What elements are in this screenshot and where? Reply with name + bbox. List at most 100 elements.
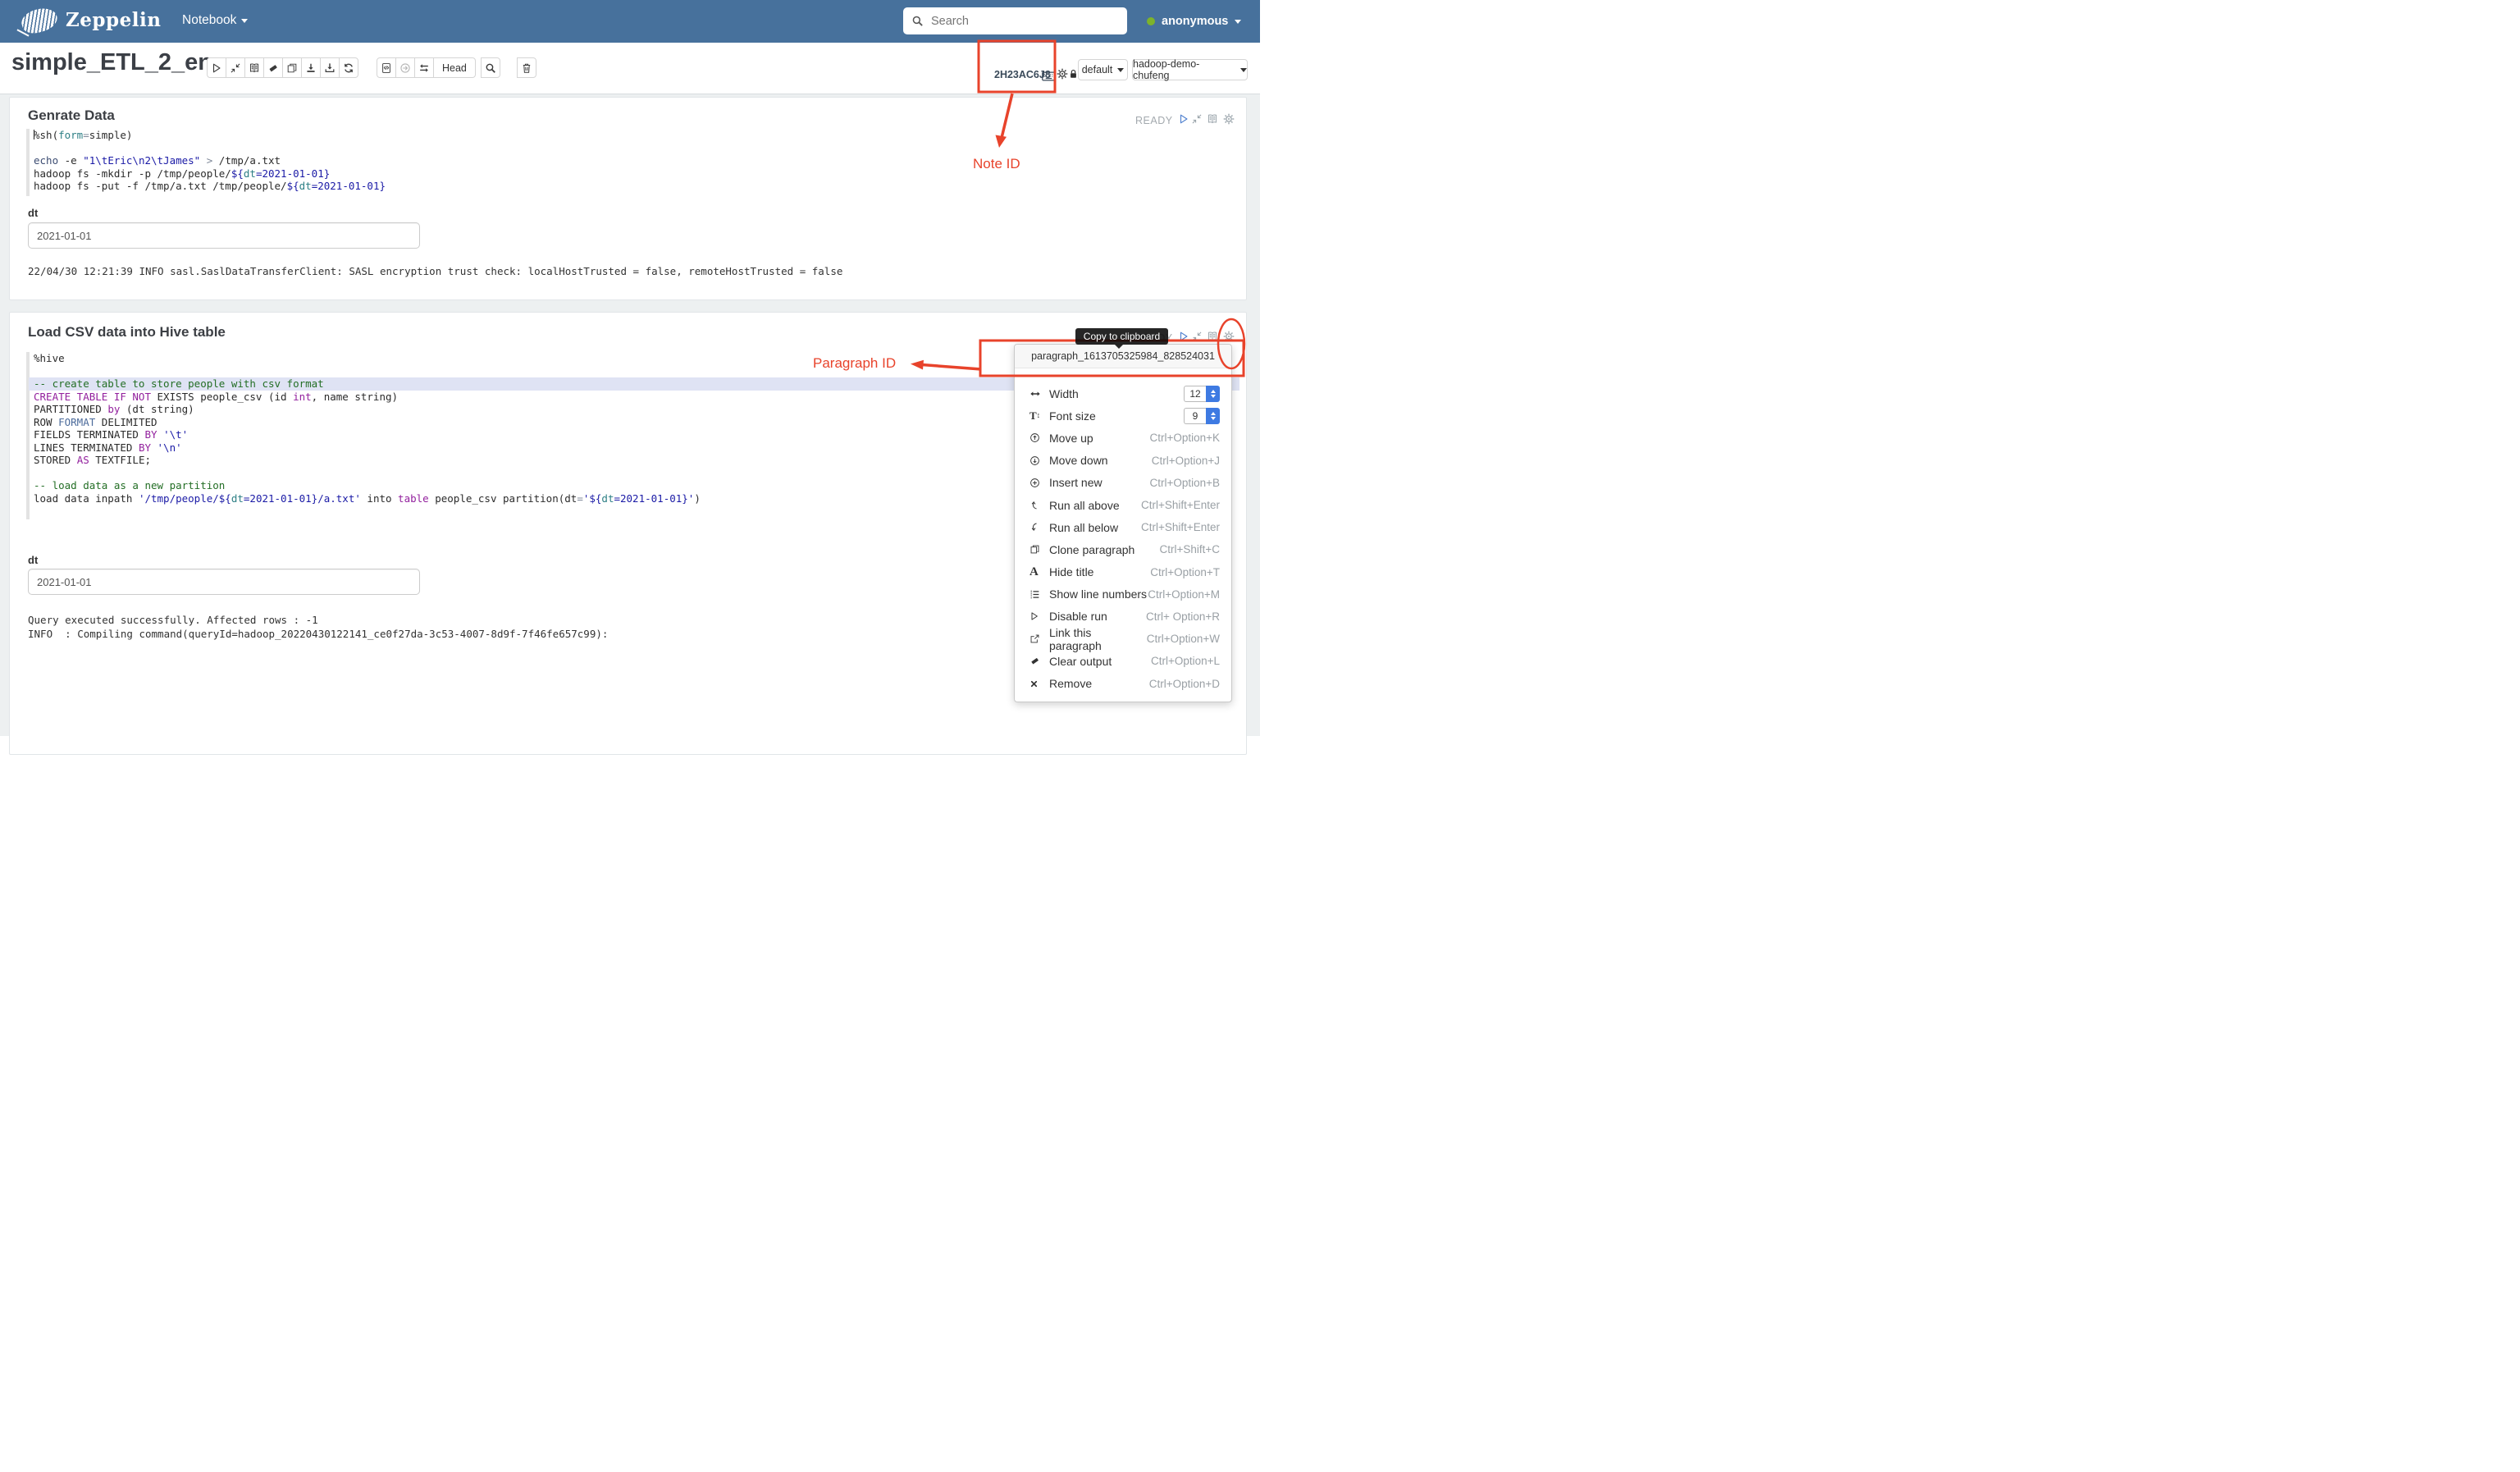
clone-note-button[interactable]: [282, 57, 302, 78]
user-menu[interactable]: anonymous: [1147, 0, 1242, 43]
toggle-editor-book-icon[interactable]: [1207, 331, 1218, 342]
font-size-label: Font size: [1049, 409, 1096, 423]
download-note-button[interactable]: [320, 57, 340, 78]
code-line[interactable]: hadoop fs -mkdir -p /tmp/people/${dt=202…: [34, 167, 1238, 181]
display-mode-button[interactable]: default: [1078, 59, 1128, 80]
interpreter-binding-button[interactable]: hadoop-demo-chufeng: [1132, 58, 1248, 81]
font-size-stepper-buttons[interactable]: [1206, 407, 1220, 424]
remove-icon: [1029, 679, 1049, 688]
reload-note-icon: [343, 62, 354, 74]
brand-name[interactable]: Zeppelin: [66, 9, 161, 31]
search-input[interactable]: [929, 13, 1097, 29]
code-view-icon: [381, 62, 392, 74]
paragraph-output: 22/04/30 12:21:39 INFO sasl.SaslDataTran…: [28, 264, 842, 278]
notebook-menu[interactable]: Notebook: [182, 13, 249, 28]
code-line[interactable]: %sh(form=simple): [34, 129, 1238, 142]
menu-item-label: Insert new: [1049, 476, 1102, 490]
menu-item-shortcut: Ctrl+Option+T: [1150, 565, 1220, 578]
menu-item-label: Move up: [1049, 431, 1093, 445]
keyboard-shortcuts-icon[interactable]: [1042, 71, 1056, 81]
note-title[interactable]: simple_ETL_2_en: [11, 49, 212, 76]
search-code-button[interactable]: [481, 57, 500, 78]
remove-note-button[interactable]: [517, 57, 536, 78]
code-line[interactable]: [34, 142, 1238, 155]
collapse-paragraph-icon[interactable]: [1191, 113, 1203, 125]
font-size-stepper[interactable]: 9: [1184, 407, 1220, 424]
export-note-button[interactable]: [301, 57, 321, 78]
menu-item-move-up[interactable]: Move up Ctrl+Option+K: [1015, 427, 1231, 449]
menu-item-label: Remove: [1049, 677, 1093, 691]
paragraph-settings-gear-icon[interactable]: [1223, 331, 1235, 342]
paragraph-id-annotation-label: Paragraph ID: [813, 355, 897, 371]
output-line: Query executed successfully. Affected ro…: [28, 614, 318, 626]
run-all-paragraphs-button[interactable]: [207, 57, 226, 78]
download-note-icon: [324, 62, 336, 74]
reload-note-button[interactable]: [339, 57, 358, 78]
clear-all-output-button[interactable]: [263, 57, 283, 78]
head-revision-button[interactable]: Head: [433, 57, 476, 78]
dt-form-input[interactable]: [28, 569, 420, 595]
menu-item-hide-title[interactable]: A Hide title Ctrl+Option+T: [1015, 561, 1231, 583]
menu-item-shortcut: Ctrl+Option+L: [1150, 655, 1220, 668]
menu-item-shortcut: Ctrl+Option+K: [1149, 432, 1220, 445]
paragraph-settings-gear-icon[interactable]: [1223, 113, 1235, 125]
commit-button[interactable]: [395, 57, 415, 78]
paragraph-id[interactable]: paragraph_1613705325984_828524031: [1015, 345, 1231, 368]
toggle-code-button[interactable]: [244, 57, 264, 78]
menu-item-shortcut: Ctrl+Option+W: [1146, 633, 1220, 646]
trash-icon: [521, 62, 532, 74]
menu-item-run-below[interactable]: Run all below Ctrl+Shift+Enter: [1015, 516, 1231, 538]
menu-item-line-numbers[interactable]: Show line numbers Ctrl+Option+M: [1015, 583, 1231, 606]
output-line: INFO : Compiling command(queryId=hadoop_…: [28, 628, 609, 640]
menu-item-label: Clear output: [1049, 654, 1112, 668]
clear-all-output-icon: [267, 62, 279, 74]
run-below-icon: [1029, 522, 1049, 533]
display-mode-label: default: [1081, 64, 1113, 75]
menu-item-shortcut: Ctrl+Option+J: [1151, 454, 1220, 467]
online-status-icon: [1147, 17, 1155, 25]
run-paragraph-icon[interactable]: [1178, 113, 1189, 125]
toggle-editor-book-icon[interactable]: [1207, 113, 1218, 125]
code-editor[interactable]: %sh(form=simple) echo -e "1\tEric\n2\tJa…: [34, 129, 1238, 193]
copy-to-clipboard-tooltip: Copy to clipboard: [1075, 328, 1168, 349]
editor-gutter: [26, 129, 30, 196]
collapse-paragraphs-icon: [230, 62, 241, 74]
menu-item-link[interactable]: Link this paragraph Ctrl+Option+W: [1015, 626, 1231, 652]
menu-item-move-down[interactable]: Move down Ctrl+Option+J: [1015, 450, 1231, 472]
menu-item-shortcut: Ctrl+Option+D: [1148, 677, 1220, 690]
interpreter-binding-label: hadoop-demo-chufeng: [1133, 58, 1200, 81]
menu-item-label: Run all below: [1049, 520, 1119, 534]
move-down-icon: [1029, 455, 1049, 466]
run-all-paragraphs-icon: [211, 62, 222, 74]
menu-item-shortcut: Ctrl+Shift+Enter: [1140, 521, 1220, 534]
compare-revisions-button[interactable]: [414, 57, 434, 78]
menu-item-run-above[interactable]: Run all above Ctrl+Shift+Enter: [1015, 494, 1231, 516]
width-stepper[interactable]: 12: [1184, 385, 1220, 402]
menu-item-disable-run[interactable]: Disable run Ctrl+ Option+R: [1015, 606, 1231, 628]
note-settings-gear-icon[interactable]: [1057, 68, 1068, 80]
menu-item-clone[interactable]: Clone paragraph Ctrl+Shift+C: [1015, 538, 1231, 560]
dt-form-input[interactable]: [28, 222, 420, 249]
note-search-group: [481, 57, 500, 78]
chevron-down-icon: [1117, 67, 1125, 72]
width-icon: [1029, 388, 1049, 400]
paragraph-status: READY: [1135, 115, 1173, 126]
search-box[interactable]: [903, 7, 1127, 34]
menu-item-insert-new[interactable]: Insert new Ctrl+Option+B: [1015, 472, 1231, 494]
menu-item-clear-output[interactable]: Clear output Ctrl+Option+L: [1015, 650, 1231, 672]
clone-icon: [1029, 544, 1049, 555]
menu-item-remove[interactable]: Remove Ctrl+Option+D: [1015, 672, 1231, 694]
search-icon: [485, 62, 496, 74]
zeppelin-logo-icon[interactable]: [16, 4, 61, 37]
code-line[interactable]: hadoop fs -put -f /tmp/a.txt /tmp/people…: [34, 180, 1238, 193]
form-label: dt: [28, 554, 39, 566]
export-note-icon: [305, 62, 317, 74]
run-paragraph-icon[interactable]: [1178, 331, 1189, 342]
code-view-button[interactable]: [377, 57, 396, 78]
collapse-paragraph-icon[interactable]: [1191, 331, 1203, 342]
clear-output-icon: [1029, 656, 1049, 666]
paragraph-settings-menu: paragraph_1613705325984_828524031 Width 1…: [1014, 344, 1232, 702]
code-line[interactable]: echo -e "1\tEric\n2\tJames" > /tmp/a.txt: [34, 154, 1238, 167]
width-stepper-buttons[interactable]: [1206, 385, 1220, 402]
collapse-paragraphs-button[interactable]: [226, 57, 245, 78]
